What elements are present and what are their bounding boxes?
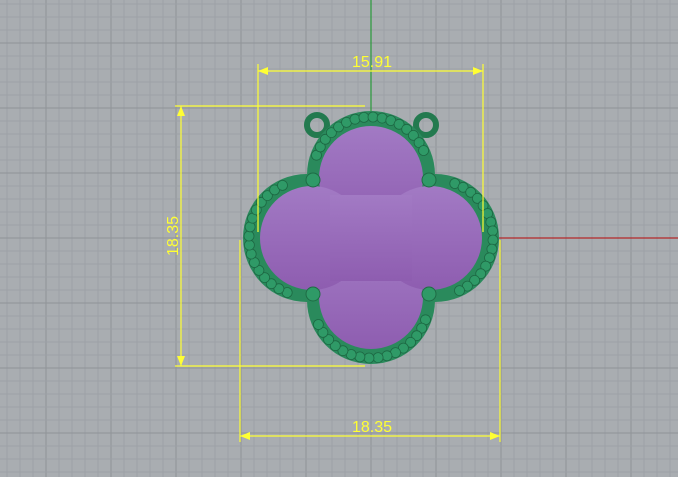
notch-bead-bottom-right <box>421 286 437 302</box>
dimension-bottom-width-label: 18.35 <box>352 419 392 436</box>
cad-viewport[interactable]: 15.91 18.35 18.35 <box>0 0 678 477</box>
bail-right[interactable] <box>413 112 439 138</box>
rim-bead <box>349 113 361 125</box>
rim-bead <box>372 352 384 364</box>
rim-bead <box>243 239 255 251</box>
rim-bead <box>277 179 288 191</box>
rim-bead <box>363 352 375 364</box>
rim-bead <box>487 225 499 237</box>
rim-bead <box>485 216 497 228</box>
dimension-top-width-label: 15.91 <box>352 54 392 71</box>
rim-bead <box>367 111 379 123</box>
rim-bead <box>243 230 255 242</box>
dimension-left-height-label: 18.35 <box>165 216 182 256</box>
rim-bead <box>418 145 430 156</box>
quatrefoil-pendant[interactable] <box>243 111 499 364</box>
rim-bead <box>358 112 370 123</box>
rim-bead <box>245 248 257 260</box>
rim-bead <box>454 285 465 297</box>
notch-bead-top-right <box>421 172 437 188</box>
notch-bead-top-left <box>305 172 321 188</box>
notch-bead-bottom-left <box>305 286 321 302</box>
rim-bead <box>381 350 393 362</box>
viewport-canvas[interactable]: 15.91 18.35 18.35 <box>0 0 678 477</box>
rim-bead <box>487 234 499 246</box>
rim-bead <box>312 319 324 330</box>
